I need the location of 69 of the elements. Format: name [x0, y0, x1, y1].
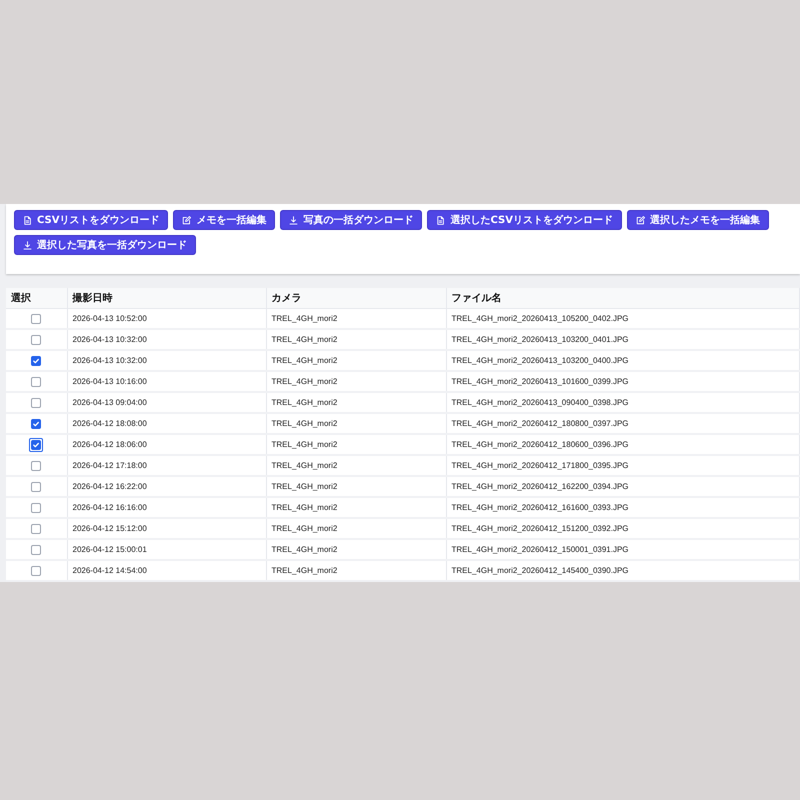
row-checkbox[interactable] — [31, 524, 42, 534]
table-cell: TREL_4GH_mori2 — [266, 539, 446, 560]
table-cell: TREL_4GH_mori2 — [266, 455, 446, 476]
table-cell: 2026-04-12 18:08:00 — [67, 413, 266, 434]
table-cell: TREL_4GH_mori2 — [266, 371, 446, 392]
column-header: ファイル名 — [446, 288, 800, 308]
table-cell: TREL_4GH_mori2_20260412_171800_0395.JPG — [446, 455, 800, 476]
table-cell: TREL_4GH_mori2_20260412_150001_0391.JPG — [446, 539, 800, 560]
download-button[interactable]: 選択した写真を一括ダウンロード — [14, 235, 196, 255]
bulk-edit-button[interactable]: メモを一括編集 — [173, 210, 276, 230]
row-checkbox[interactable] — [31, 356, 42, 366]
table-cell: 2026-04-12 15:12:00 — [67, 518, 266, 539]
table-cell: TREL_4GH_mori2_20260412_145400_0390.JPG — [446, 560, 800, 581]
row-checkbox[interactable] — [31, 398, 42, 408]
row-checkbox[interactable] — [31, 334, 42, 344]
table-cell: TREL_4GH_mori2_20260412_151200_0392.JPG — [446, 518, 800, 539]
table-cell: 2026-04-13 10:16:00 — [67, 371, 266, 392]
row-checkbox[interactable] — [29, 438, 44, 452]
table-cell: 2026-04-12 16:22:00 — [67, 476, 266, 497]
table-cell: 2026-04-13 10:32:00 — [67, 350, 266, 371]
table-cell: TREL_4GH_mori2 — [266, 434, 446, 455]
table-cell: 2026-04-12 15:00:01 — [67, 539, 266, 560]
table-cell: TREL_4GH_mori2_20260412_162200_0394.JPG — [446, 476, 800, 497]
table-cell: 2026-04-13 10:32:00 — [67, 329, 266, 350]
row-checkbox[interactable] — [31, 314, 42, 324]
table-cell: 2026-04-12 18:06:00 — [67, 434, 266, 455]
table-cell: TREL_4GH_mori2 — [266, 413, 446, 434]
bulk-edit-button[interactable]: 選択したメモを一括編集 — [626, 210, 769, 230]
table-cell: TREL_4GH_mori2_20260413_103200_0400.JPG — [446, 350, 800, 371]
table-cell: TREL_4GH_mori2 — [266, 497, 446, 518]
check-icon — [32, 420, 40, 428]
table-cell: TREL_4GH_mori2_20260412_180800_0397.JPG — [446, 413, 800, 434]
table-cell: TREL_4GH_mori2 — [266, 392, 446, 413]
table-cell: TREL_4GH_mori2_20260413_103200_0401.JPG — [446, 329, 800, 350]
row-checkbox[interactable] — [31, 376, 42, 386]
table-cell: TREL_4GH_mori2_20260413_105200_0402.JPG — [446, 308, 800, 329]
table-cell: 2026-04-13 10:52:00 — [67, 308, 266, 329]
file-icon — [23, 216, 32, 224]
row-checkbox[interactable] — [31, 544, 42, 554]
csv-download-button[interactable]: 選択したCSVリストをダウンロード — [427, 210, 622, 230]
table-cell: TREL_4GH_mori2 — [266, 476, 446, 497]
column-header: 撮影日時 — [67, 288, 266, 308]
table-cell: TREL_4GH_mori2 — [266, 329, 446, 350]
download-icon — [23, 240, 32, 250]
table-cell: TREL_4GH_mori2_20260412_180600_0396.JPG — [446, 434, 800, 455]
table-cell: TREL_4GH_mori2_20260413_101600_0399.JPG — [446, 371, 800, 392]
table-cell: 2026-04-13 09:04:00 — [67, 392, 266, 413]
csv-download-button[interactable]: CSVリストをダウンロード — [14, 210, 168, 230]
table-cell: TREL_4GH_mori2_20260412_161600_0393.JPG — [446, 497, 800, 518]
table-cell: 2026-04-12 16:16:00 — [67, 497, 266, 518]
check-icon — [32, 356, 40, 364]
row-checkbox[interactable] — [31, 502, 42, 512]
table-cell: 2026-04-12 17:18:00 — [67, 455, 266, 476]
download-icon — [289, 216, 298, 224]
file-icon — [436, 216, 446, 224]
table-cell: TREL_4GH_mori2_20260413_090400_0398.JPG — [446, 392, 800, 413]
row-checkbox[interactable] — [31, 482, 42, 492]
table-cell: TREL_4GH_mori2 — [266, 350, 446, 371]
row-checkbox[interactable] — [31, 566, 42, 576]
download-button[interactable]: 写真の一括ダウンロード — [280, 210, 422, 230]
table-cell: TREL_4GH_mori2 — [266, 560, 446, 581]
table-cell: TREL_4GH_mori2 — [266, 308, 446, 329]
row-checkbox[interactable] — [31, 418, 42, 428]
row-checkbox[interactable] — [31, 460, 42, 470]
check-icon — [32, 440, 40, 448]
table-cell: TREL_4GH_mori2 — [266, 518, 446, 539]
table-cell: 2026-04-12 14:54:00 — [67, 560, 266, 581]
column-header: 選択 — [6, 288, 67, 308]
column-header: カメラ — [266, 288, 446, 308]
